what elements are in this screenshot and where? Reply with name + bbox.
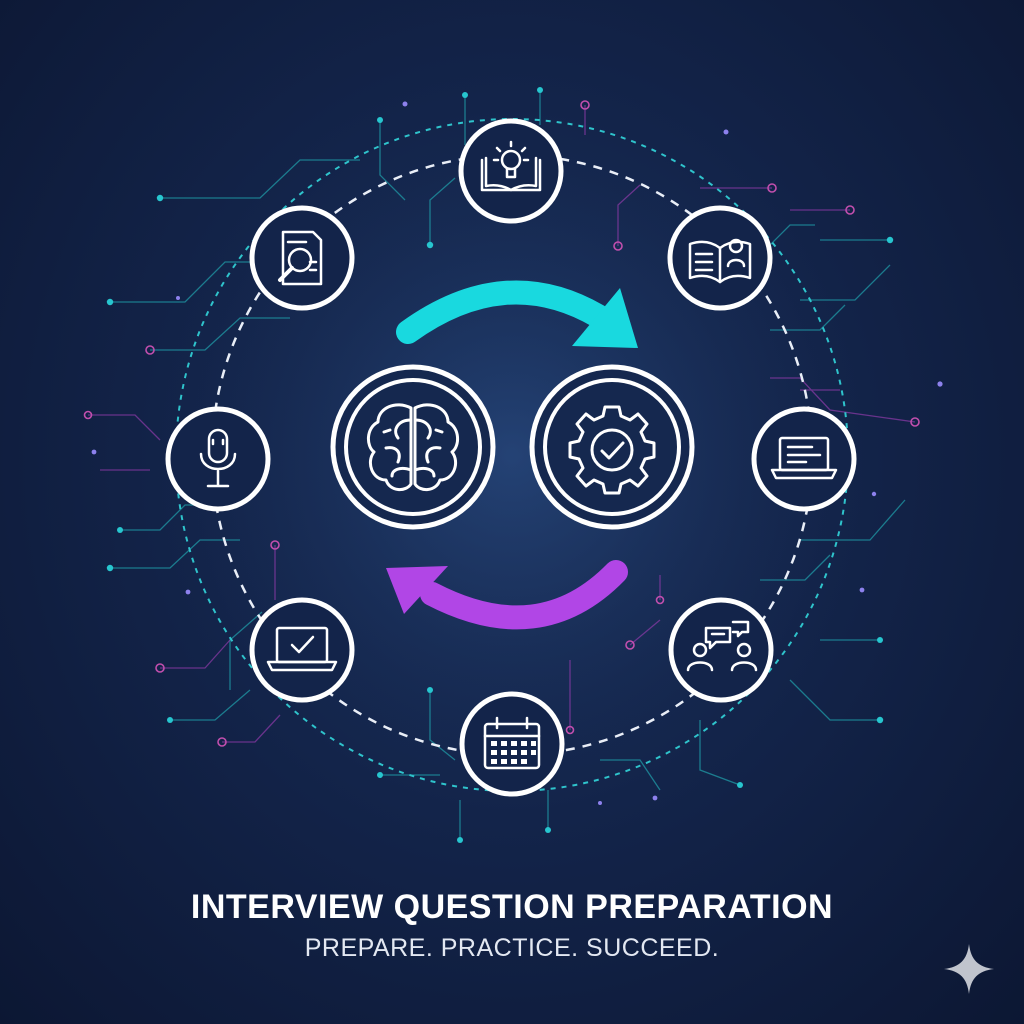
node-discussion (668, 597, 774, 703)
node-calendar (459, 691, 565, 797)
center-gear-node (529, 364, 695, 530)
page-title: INTERVIEW QUESTION PREPARATION (190, 888, 834, 926)
tagline: PREPARE. PRACTICE. SUCCEED. (304, 934, 720, 962)
node-laptop-document (751, 406, 857, 512)
sparkle-icon (944, 944, 994, 994)
node-research (249, 205, 355, 311)
node-open-book (667, 205, 773, 311)
node-laptop-check (249, 597, 355, 703)
node-idea-book (458, 118, 564, 224)
node-microphone (165, 406, 271, 512)
cycle-diagram (83, 87, 943, 843)
center-brain-node (330, 364, 496, 530)
